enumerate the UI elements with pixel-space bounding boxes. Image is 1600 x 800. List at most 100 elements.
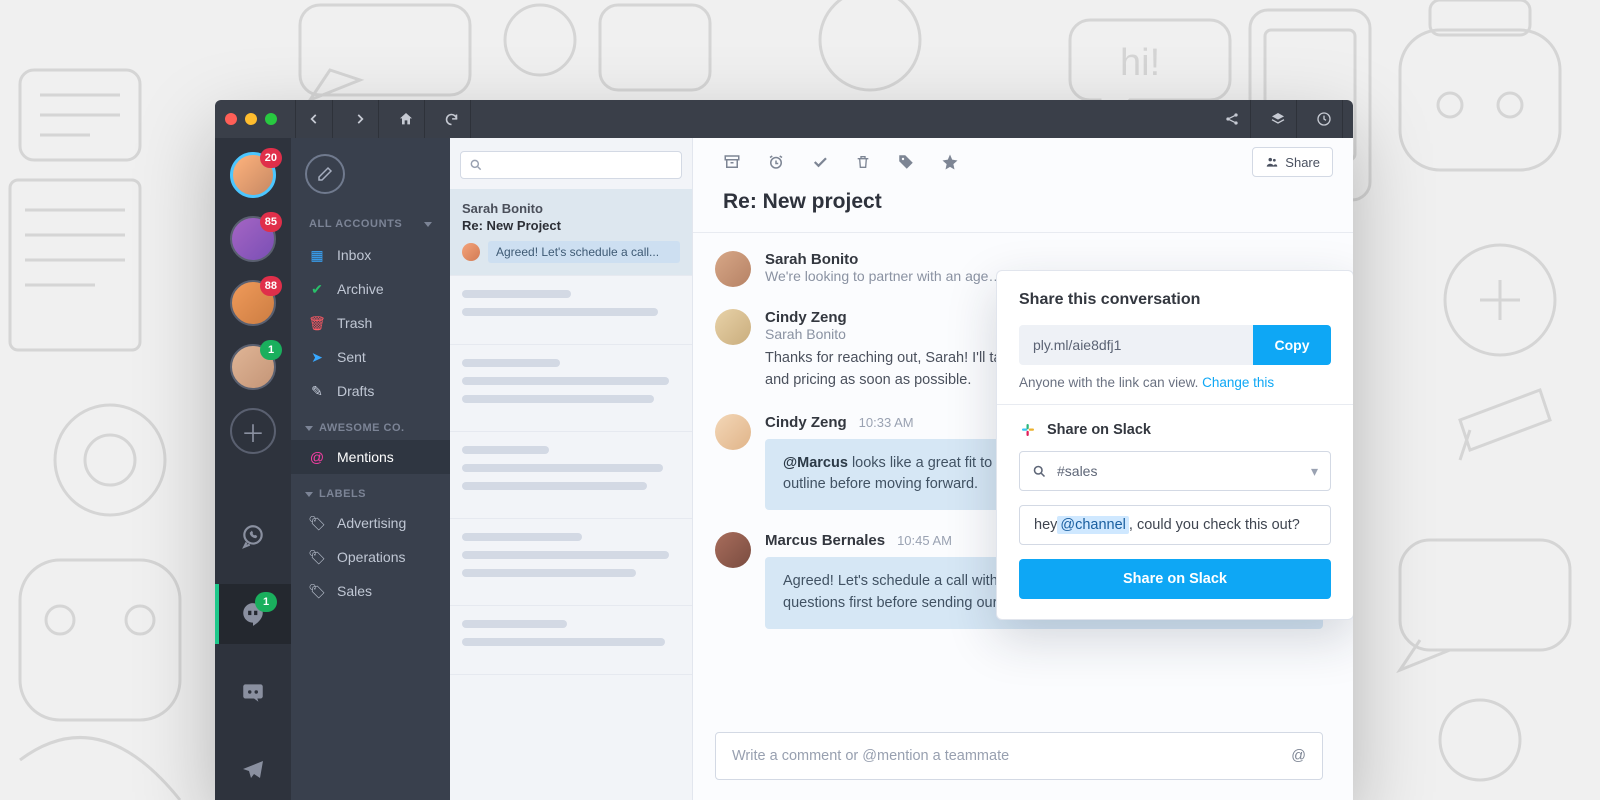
label-advertising[interactable]: 🏷 Advertising	[291, 506, 450, 540]
list-item-from: Sarah Bonito	[462, 201, 680, 216]
zoom-window-button[interactable]	[265, 113, 277, 125]
inbox-icon: ▦	[309, 247, 325, 264]
minimize-window-button[interactable]	[245, 113, 257, 125]
integration-whatsapp[interactable]	[215, 506, 291, 566]
share-permission-text: Anyone with the link can view. Change th…	[1019, 375, 1331, 390]
avatar	[715, 309, 751, 345]
conversation-panel: Share Re: New project Sarah Bonito We're…	[693, 138, 1353, 800]
comment-placeholder: Write a comment or @mention a teammate	[732, 748, 1009, 764]
nav-item-trash[interactable]: 🗑Trash	[291, 306, 450, 340]
mention-icon[interactable]: @	[1291, 748, 1306, 764]
app-window: 20 85 88 1 ＋ 1 ALL ACCOUNTS ▦Inbox ✔Arch…	[215, 100, 1353, 800]
slack-message-input[interactable]: hey @channel, could you check this out?	[1019, 505, 1331, 545]
nav-item-label: Drafts	[337, 383, 374, 399]
nav-reload-button[interactable]	[433, 100, 471, 138]
section-awesome-co[interactable]: AWESOME CO.	[291, 408, 450, 440]
check-icon[interactable]	[811, 153, 829, 171]
list-item[interactable]	[450, 606, 692, 675]
history-icon[interactable]	[1305, 100, 1343, 138]
close-window-button[interactable]	[225, 113, 237, 125]
badge: 85	[260, 212, 282, 232]
integration-hangouts[interactable]: 1	[215, 584, 291, 644]
tag-icon: 🏷	[309, 515, 325, 532]
message-time: 10:45 AM	[897, 533, 952, 548]
mentions-icon: @	[309, 449, 325, 465]
add-account-button[interactable]: ＋	[230, 408, 276, 454]
tag-icon: 🏷	[309, 583, 325, 600]
share-on-slack-button[interactable]: Share on Slack	[1019, 559, 1331, 599]
message-author: Cindy Zeng	[765, 309, 847, 326]
avatar	[715, 251, 751, 287]
nav-item-label: Sent	[337, 349, 366, 365]
message-author: Cindy Zeng	[765, 414, 847, 431]
traffic-lights	[225, 113, 277, 125]
nav-item-mentions[interactable]: @Mentions	[291, 440, 450, 474]
section-title: AWESOME CO.	[319, 422, 405, 434]
list-item[interactable]	[450, 276, 692, 345]
conversation-toolbar: Share	[693, 138, 1353, 186]
message-author: Marcus Bernales	[765, 532, 885, 549]
slack-channel-value: #sales	[1057, 463, 1097, 479]
check-icon: ✔	[309, 281, 325, 298]
account-rail: 20 85 88 1 ＋ 1	[215, 138, 291, 800]
chevron-down-icon	[305, 426, 313, 431]
change-permission-link[interactable]: Change this	[1202, 375, 1274, 390]
nav-item-label: Advertising	[337, 515, 406, 531]
nav-item-label: Sales	[337, 583, 372, 599]
layers-icon[interactable]	[1259, 100, 1297, 138]
drafts-icon: ✎	[309, 383, 325, 400]
account-2[interactable]: 85	[230, 216, 276, 262]
folder-nav: ALL ACCOUNTS ▦Inbox ✔Archive 🗑Trash ➤Sen…	[291, 138, 450, 800]
section-title: LABELS	[319, 488, 366, 500]
accounts-dropdown[interactable]: ALL ACCOUNTS	[291, 208, 450, 238]
star-icon[interactable]	[941, 153, 959, 171]
compose-button[interactable]	[305, 154, 345, 194]
label-sales[interactable]: 🏷 Sales	[291, 574, 450, 608]
search-icon	[469, 158, 483, 172]
list-item[interactable]	[450, 519, 692, 606]
share-icon[interactable]	[1213, 100, 1251, 138]
nav-item-inbox[interactable]: ▦Inbox	[291, 238, 450, 272]
trash-icon: 🗑	[309, 315, 325, 332]
search-input[interactable]	[460, 151, 682, 179]
nav-back-button[interactable]	[295, 100, 333, 138]
slack-icon	[1019, 421, 1037, 439]
slack-channel-select[interactable]: #sales ▾	[1019, 451, 1331, 491]
account-4[interactable]: 1	[230, 344, 276, 390]
thread: Sarah Bonito We're looking to partner wi…	[693, 233, 1353, 800]
message-time: 10:33 AM	[859, 415, 914, 430]
nav-item-archive[interactable]: ✔Archive	[291, 272, 450, 306]
nav-item-drafts[interactable]: ✎ Drafts	[291, 374, 450, 408]
integration-telegram[interactable]	[215, 740, 291, 800]
chevron-down-icon: ▾	[1311, 463, 1318, 480]
share-button[interactable]: Share	[1252, 147, 1333, 177]
badge: 1	[255, 592, 277, 612]
tag-icon: 🏷	[309, 549, 325, 566]
snooze-icon[interactable]	[767, 153, 785, 171]
account-3[interactable]: 88	[230, 280, 276, 326]
account-1[interactable]: 20	[230, 152, 276, 198]
nav-forward-button[interactable]	[341, 100, 379, 138]
tag-icon[interactable]	[897, 153, 915, 171]
copy-link-button[interactable]: Copy	[1253, 325, 1331, 365]
list-item[interactable]	[450, 345, 692, 432]
search-icon	[1032, 464, 1047, 479]
comment-input[interactable]: Write a comment or @mention a teammate @	[715, 732, 1323, 780]
nav-item-sent[interactable]: ➤Sent	[291, 340, 450, 374]
integration-discord[interactable]	[215, 662, 291, 722]
share-panel: Share this conversation ply.ml/aie8dfj1 …	[996, 270, 1353, 620]
accounts-header-label: ALL ACCOUNTS	[309, 218, 402, 230]
compose-row: Write a comment or @mention a teammate @	[715, 732, 1323, 780]
nav-home-button[interactable]	[387, 100, 425, 138]
list-item-subject: Re: New Project	[462, 218, 680, 233]
badge: 1	[260, 340, 282, 360]
section-labels[interactable]: LABELS	[291, 474, 450, 506]
label-operations[interactable]: 🏷Operations	[291, 540, 450, 574]
list-item[interactable]	[450, 432, 692, 519]
archive-icon[interactable]	[723, 153, 741, 171]
share-link-field[interactable]: ply.ml/aie8dfj1	[1019, 325, 1253, 365]
list-item-selected[interactable]: Sarah Bonito Re: New Project Agreed! Let…	[450, 189, 692, 276]
svg-text:hi!: hi!	[1120, 42, 1160, 84]
chip-avatar	[462, 243, 480, 261]
trash-icon[interactable]	[855, 153, 871, 171]
